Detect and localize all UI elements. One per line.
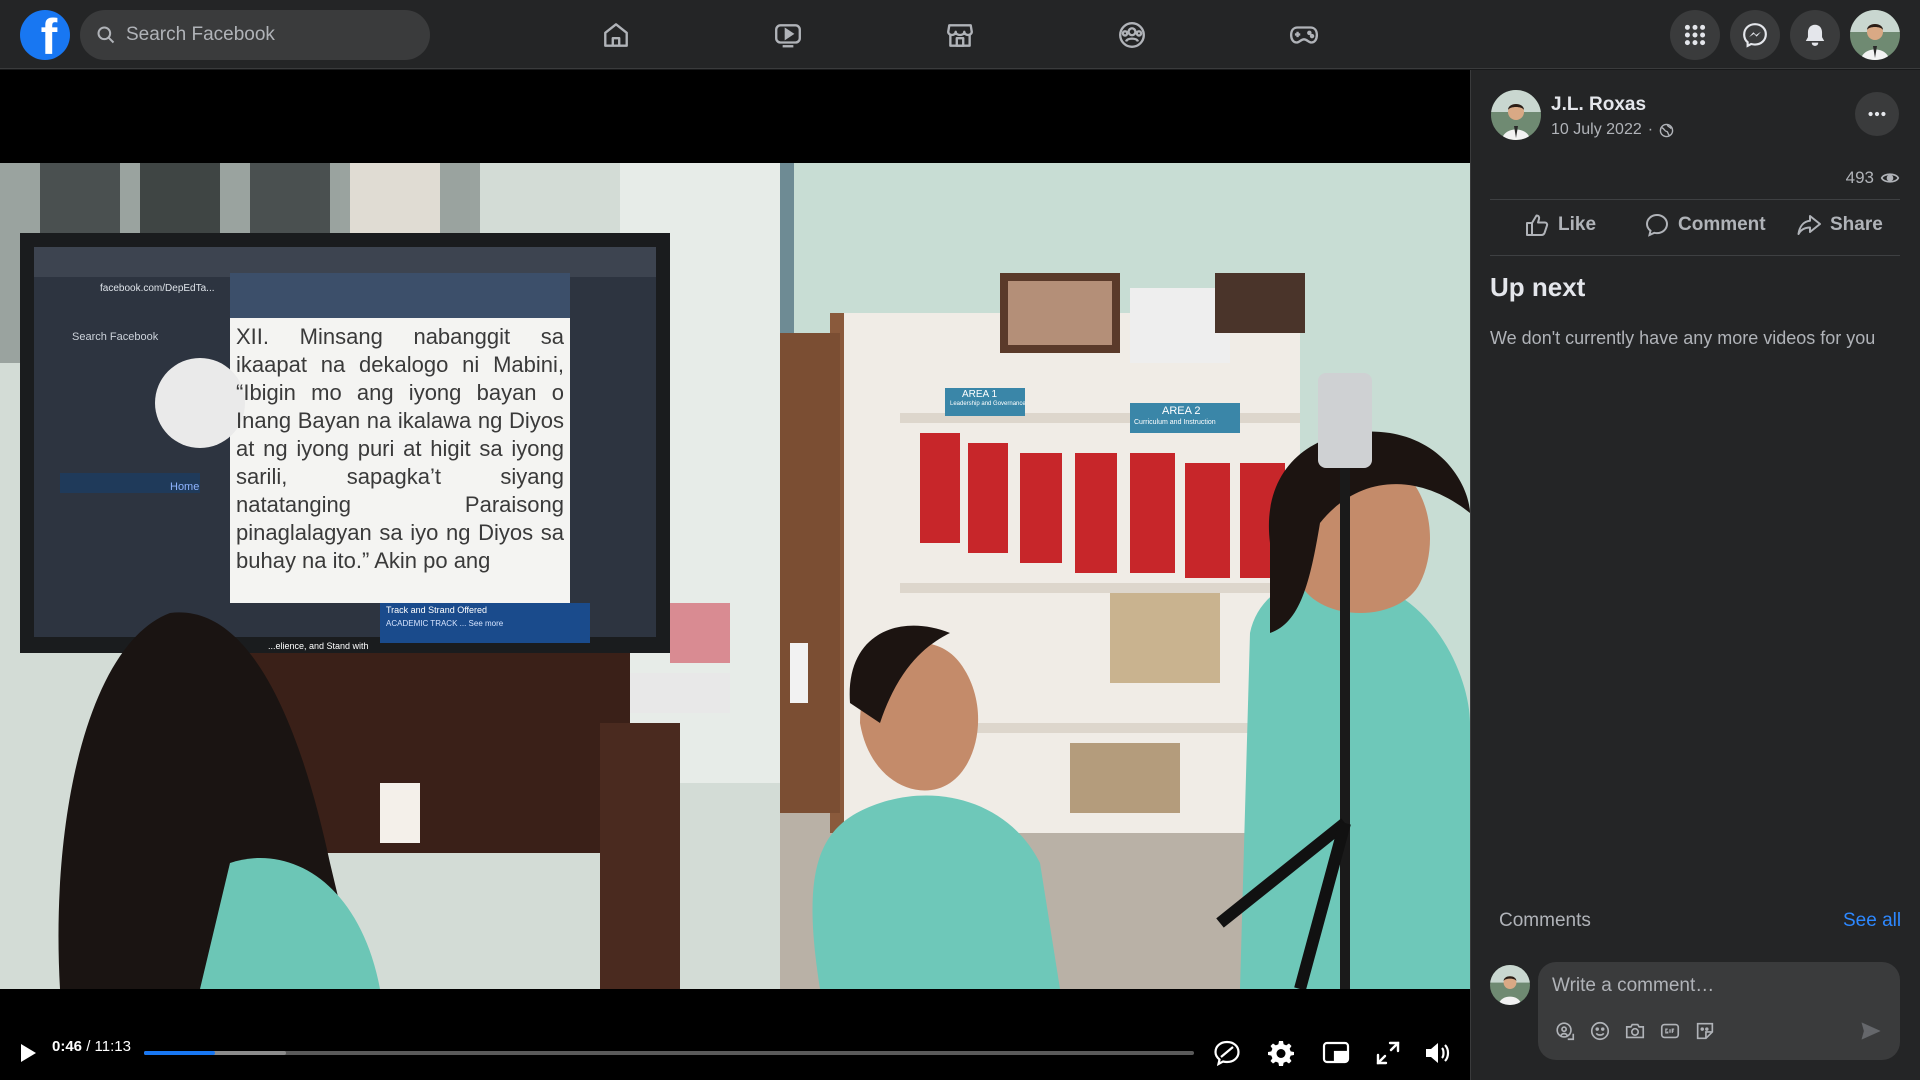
- send-button[interactable]: [1858, 1018, 1884, 1044]
- nav-marketplace[interactable]: [930, 10, 990, 60]
- menu-grid-icon: [1684, 24, 1706, 46]
- shelf-label-area-2: AREA 2: [1162, 405, 1201, 417]
- shelf-label-area-2-sub: Curriculum and Instruction: [1134, 419, 1216, 426]
- monitor-slogan: ...elience, and Stand with: [268, 641, 369, 651]
- nav-groups[interactable]: [1102, 10, 1162, 60]
- monitor-url: facebook.com/DepEdTa...: [100, 283, 215, 294]
- menu-button[interactable]: [1670, 10, 1720, 60]
- shelf-label-area-1: AREA 1: [962, 389, 998, 400]
- facebook-logo-letter: f: [40, 10, 58, 60]
- share-arrow-icon: [1797, 215, 1821, 235]
- gif-icon: [1660, 1023, 1680, 1039]
- monitor-home-label: Home: [170, 481, 200, 493]
- author-name[interactable]: J.L. Roxas: [1551, 94, 1646, 116]
- messenger-button[interactable]: [1730, 10, 1780, 60]
- fullscreen-icon[interactable]: [1373, 1038, 1403, 1068]
- thumbs-up-icon: [1526, 214, 1549, 236]
- sticker-icon: [1696, 1022, 1714, 1040]
- time-separator: /: [82, 1038, 95, 1055]
- gaming-icon: [1289, 26, 1319, 44]
- like-button[interactable]: Like: [1524, 212, 1596, 238]
- camera-icon: [1625, 1023, 1645, 1039]
- top-navigation-bar: f: [0, 0, 1920, 69]
- divider: [1490, 255, 1900, 256]
- picture-in-picture-icon[interactable]: [1321, 1038, 1351, 1068]
- share-button[interactable]: Share: [1796, 212, 1883, 238]
- post-date[interactable]: 10 July 2022: [1551, 121, 1642, 139]
- marketplace-icon: [947, 24, 973, 47]
- progress-played: [144, 1051, 216, 1055]
- profile-photo-icon: [1491, 90, 1541, 140]
- view-count-number: 493: [1845, 168, 1874, 187]
- share-label: Share: [1830, 214, 1883, 235]
- globe-icon: [1659, 123, 1674, 137]
- search-icon: [97, 26, 115, 44]
- progress-bar[interactable]: [144, 1051, 1194, 1055]
- profile-photo-icon: [1490, 965, 1530, 1005]
- shelf-label-area-1-sub: Leadership and Governance: [950, 401, 1026, 407]
- comment-input[interactable]: [1552, 972, 1882, 1000]
- volume-icon[interactable]: [1422, 1038, 1452, 1068]
- messenger-icon: [1743, 23, 1767, 48]
- comment-bubble-icon: [1645, 213, 1669, 237]
- avatar-sticker-icon: [1556, 1022, 1575, 1041]
- comments-heading: Comments: [1499, 910, 1591, 931]
- gif-button[interactable]: [1657, 1018, 1683, 1044]
- account-avatar[interactable]: [1850, 10, 1900, 60]
- video-player[interactable]: XII. Minsang nabanggit sa ikaapat na dek…: [0, 70, 1470, 1080]
- view-count: 493: [1800, 168, 1900, 188]
- home-icon: [604, 23, 628, 47]
- notifications-button[interactable]: [1790, 10, 1840, 60]
- search-box[interactable]: [80, 10, 430, 60]
- up-next-message: We don't currently have any more videos …: [1490, 328, 1876, 348]
- more-options-button[interactable]: [1855, 92, 1899, 136]
- meta-separator: ·: [1647, 121, 1654, 138]
- current-time: 0:46: [52, 1038, 83, 1055]
- monitor-search-label: Search Facebook: [72, 331, 159, 343]
- divider: [1490, 199, 1900, 200]
- monitor-slide-text: XII. Minsang nabanggit sa ikaapat na dek…: [236, 324, 564, 573]
- more-horizontal-icon: [1868, 111, 1886, 117]
- facebook-logo[interactable]: f: [20, 10, 70, 60]
- video-scene: [0, 163, 1470, 989]
- comment-composer[interactable]: [1538, 962, 1900, 1060]
- commenter-avatar[interactable]: [1490, 965, 1530, 1005]
- search-input[interactable]: [126, 24, 406, 46]
- author-avatar[interactable]: [1491, 90, 1541, 140]
- video-frame[interactable]: XII. Minsang nabanggit sa ikaapat na dek…: [0, 163, 1470, 989]
- play-icon[interactable]: [12, 1038, 42, 1068]
- monitor-track-subtitle: ACADEMIC TRACK ... See more: [386, 619, 504, 628]
- settings-gear-icon[interactable]: [1266, 1038, 1296, 1068]
- send-icon: [1861, 1022, 1881, 1040]
- monitor-track-title: Track and Strand Offered: [386, 605, 488, 615]
- see-all-comments-link[interactable]: See all: [1843, 910, 1901, 932]
- camera-button[interactable]: [1622, 1018, 1648, 1044]
- up-next-heading: Up next: [1490, 272, 1586, 302]
- nav-video[interactable]: [758, 10, 818, 60]
- notifications-icon: [1805, 24, 1825, 46]
- profile-photo-icon: [1850, 10, 1900, 60]
- video-icon: [775, 24, 801, 48]
- nav-gaming[interactable]: [1274, 10, 1334, 60]
- emoji-icon: [1590, 1021, 1610, 1041]
- post-meta: 10 July 2022 ·: [1551, 121, 1674, 139]
- nav-home[interactable]: [586, 10, 646, 60]
- emoji-button[interactable]: [1587, 1018, 1613, 1044]
- sticker-button[interactable]: [1692, 1018, 1718, 1044]
- captions-icon[interactable]: [1212, 1038, 1242, 1068]
- video-time: 0:46 / 11:13: [52, 1038, 131, 1055]
- comment-button[interactable]: Comment: [1644, 212, 1766, 238]
- like-label: Like: [1558, 214, 1597, 235]
- eye-icon: [1880, 173, 1900, 183]
- duration: 11:13: [94, 1038, 131, 1055]
- groups-icon: [1119, 22, 1145, 48]
- comment-label: Comment: [1678, 214, 1766, 235]
- avatar-sticker-button[interactable]: [1552, 1018, 1578, 1044]
